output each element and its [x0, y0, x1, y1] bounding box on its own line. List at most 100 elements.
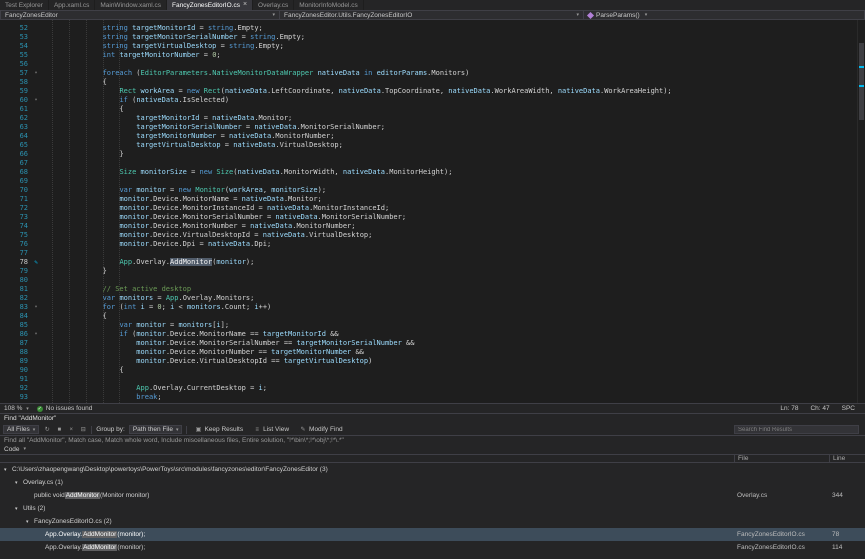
groupby-dropdown[interactable]: Path then File ▾	[129, 425, 183, 434]
fold-spacer	[28, 366, 44, 375]
line-number: 65	[0, 141, 28, 150]
find-result-row[interactable]: App.Overlay.AddMonitor(monitor);FancyZon…	[0, 528, 865, 541]
tab-bar: Test Explorer App.xaml.csMainWindow.xaml.…	[0, 0, 865, 10]
code-line: App.Overlay.CurrentDesktop = i;	[52, 384, 865, 393]
line-number: 61	[0, 105, 28, 114]
fold-chevron-icon[interactable]: ▾	[28, 330, 44, 339]
find-result-row[interactable]: ▾FancyZonesEditorIO.cs (2)	[0, 515, 865, 528]
find-result-row[interactable]: ▾Utils (2)	[0, 502, 865, 515]
scrollbar-thumb[interactable]	[859, 43, 864, 120]
code-line: monitor.Device.MonitorNumber = nativeDat…	[52, 222, 865, 231]
code-line	[52, 375, 865, 384]
clear-results-icon[interactable]: ×	[67, 427, 75, 433]
column-header-line[interactable]: Line	[829, 455, 865, 462]
line-number: 62	[0, 114, 28, 123]
find-summary: Find all "AddMonitor", Match case, Match…	[0, 436, 865, 445]
tab-fancyzoneseditorio-cs[interactable]: FancyZonesEditorIO.cs×	[167, 0, 253, 10]
tab-mainwindow-xaml-cs[interactable]: MainWindow.xaml.cs	[95, 0, 167, 10]
list-view-label: List View	[263, 426, 289, 433]
find-result-row[interactable]: ▾C:\Users\zhaopengwang\Desktop\powertoys…	[0, 463, 865, 476]
fold-chevron-icon[interactable]: ▾	[28, 69, 44, 78]
line-number: 59	[0, 87, 28, 96]
line-number: 77	[0, 249, 28, 258]
fold-spacer	[28, 159, 44, 168]
find-panel-title: Find "AddMonitor"	[0, 414, 865, 424]
fold-spacer	[28, 177, 44, 186]
code-line: int targetMonitorNumber = 0;	[52, 51, 865, 60]
chevron-down-icon: ▾	[272, 12, 275, 18]
tree-node-label: Utils (2)	[23, 505, 45, 512]
code-line: string targetMonitorSerialNumber = strin…	[52, 33, 865, 42]
code-line: // Set active desktop	[52, 285, 865, 294]
chevron-down-icon: ▾	[24, 445, 27, 454]
whitespace-indicator: SPC	[842, 405, 855, 412]
keep-results-button[interactable]: ▣ Keep Results	[191, 425, 246, 434]
toolbar-separator	[91, 426, 92, 434]
expander-icon[interactable]: ▾	[26, 519, 34, 525]
find-toolbar: All Files ▾ ↻ ■ × ⊟ Group by: Path then …	[0, 424, 865, 436]
close-icon[interactable]: ×	[243, 2, 247, 8]
code-line: targetMonitorNumber = nativeData.Monitor…	[52, 132, 865, 141]
column-header-file[interactable]: File	[734, 455, 829, 462]
line-number: 87	[0, 339, 28, 348]
code-editor[interactable]: 525354555657▾585960▾61626364656667686970…	[0, 20, 865, 403]
search-find-results-input[interactable]	[734, 425, 859, 434]
fold-spacer	[28, 195, 44, 204]
match-highlight: AddMonitor	[65, 492, 100, 499]
results-column-header: File Line	[0, 454, 865, 463]
fold-spacer	[28, 276, 44, 285]
repeat-find-icon[interactable]: ↻	[43, 426, 51, 433]
fold-spacer	[28, 114, 44, 123]
issues-label: No issues found	[46, 405, 93, 412]
fold-spacer	[28, 231, 44, 240]
line-number: 57	[0, 69, 28, 78]
code-line	[52, 249, 865, 258]
line-number: 54	[0, 42, 28, 51]
code-line: monitor.Device.MonitorInstanceId = nativ…	[52, 204, 865, 213]
find-result-row[interactable]: ▾Overlay.cs (1)	[0, 476, 865, 489]
zoom-control[interactable]: 108 % ▾	[4, 405, 29, 412]
quick-actions-icon[interactable]: ✎	[28, 258, 44, 267]
line-number: 79	[0, 267, 28, 276]
editor-scrollbar[interactable]	[857, 20, 865, 403]
code-line: string targetVirtualDesktop = string.Emp…	[52, 42, 865, 51]
issues-indicator[interactable]: ✓ No issues found	[37, 405, 93, 412]
project-dropdown[interactable]: FancyZonesEditor ▾	[0, 10, 280, 20]
code-line: if (nativeData.IsSelected)	[52, 96, 865, 105]
fold-chevron-icon[interactable]: ▾	[28, 96, 44, 105]
expander-icon[interactable]: ▾	[15, 480, 23, 486]
stop-icon[interactable]: ■	[55, 427, 63, 433]
fold-spacer	[28, 24, 44, 33]
fold-chevron-icon[interactable]: ▾	[28, 303, 44, 312]
fold-spacer	[28, 168, 44, 177]
tab-monitorinfomodel-cs[interactable]: MonitorInfoModel.cs	[294, 0, 364, 10]
result-filter-dropdown[interactable]: Code ▾	[0, 445, 865, 454]
modify-find-button[interactable]: ✎ Modify Find	[296, 425, 346, 434]
tab-label: Test Explorer	[5, 2, 43, 9]
result-line: 114	[829, 544, 865, 551]
line-number: 69	[0, 177, 28, 186]
find-result-row[interactable]: App.Overlay.AddMonitor(monitor);FancyZon…	[0, 541, 865, 554]
tree-node-label: Overlay.cs (1)	[23, 479, 63, 486]
fold-spacer	[28, 186, 44, 195]
code-lines[interactable]: string targetMonitorId = string.Empty; s…	[46, 20, 865, 403]
tab-overlay-cs[interactable]: Overlay.cs	[253, 0, 294, 10]
find-results: ▾C:\Users\zhaopengwang\Desktop\powertoys…	[0, 463, 865, 559]
find-result-row[interactable]: public void AddMonitor(Monitor monitor)O…	[0, 489, 865, 502]
line-number: 85	[0, 321, 28, 330]
expander-icon[interactable]: ▾	[4, 467, 12, 473]
list-view-icon: ≡	[253, 427, 261, 433]
list-view-button[interactable]: ≡ List View	[250, 425, 292, 434]
result-line: 78	[829, 531, 865, 538]
code-line: foreach (EditorParameters.NativeMonitorD…	[52, 69, 865, 78]
scope-dropdown[interactable]: All Files ▾	[3, 425, 39, 434]
collapse-all-icon[interactable]: ⊟	[79, 426, 87, 433]
tab-app-xaml-cs[interactable]: App.xaml.cs	[49, 0, 95, 10]
tab-test-explorer[interactable]: Test Explorer	[0, 0, 49, 10]
expander-icon[interactable]: ▾	[15, 506, 23, 512]
project-dropdown-label: FancyZonesEditor	[5, 12, 58, 19]
member-dropdown[interactable]: ParseParams() ▾	[584, 10, 865, 20]
code-line	[52, 177, 865, 186]
type-dropdown[interactable]: FancyZonesEditor.Utils.FancyZonesEditorI…	[280, 10, 584, 20]
line-number: 91	[0, 375, 28, 384]
